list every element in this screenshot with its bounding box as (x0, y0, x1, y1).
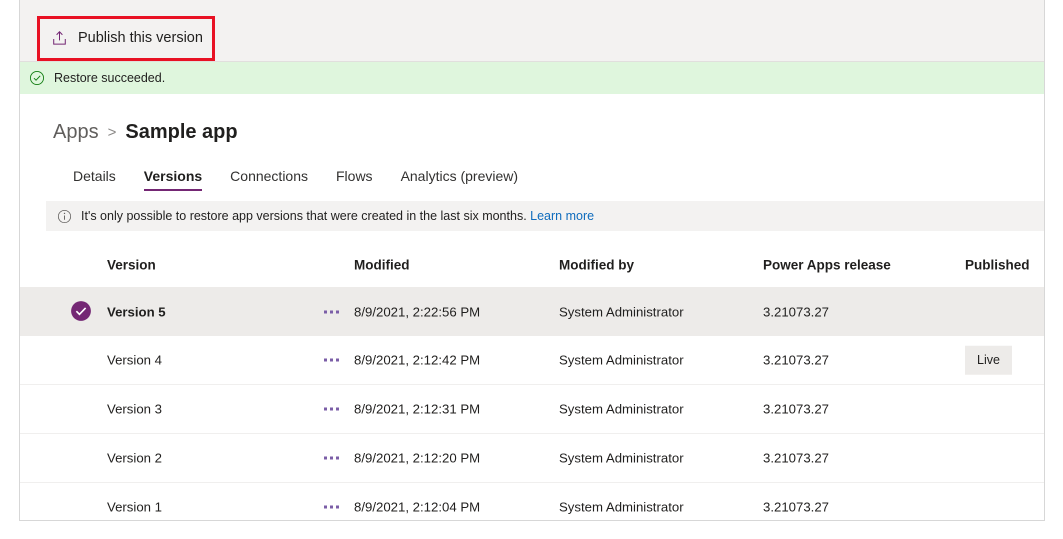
publish-upload-icon (51, 30, 68, 47)
cell-version: Version 4 (107, 352, 162, 368)
breadcrumb-item-current: Sample app (125, 121, 238, 143)
tab-details[interactable]: Details (53, 169, 130, 191)
page-body: Apps > Sample app Details Versions Conne… (20, 94, 1044, 520)
cell-version: Version 1 (107, 499, 162, 515)
success-message-text: Restore succeeded. (54, 70, 166, 85)
column-header-published[interactable]: Published (965, 258, 1030, 272)
cell-release: 3.21073.27 (763, 499, 830, 515)
tab-flows[interactable]: Flows (322, 169, 387, 191)
status-badge: Live (965, 345, 1012, 375)
app-details-card: Publish this version Restore succeeded. … (19, 0, 1045, 521)
tab-connections[interactable]: Connections (216, 169, 322, 191)
table-header-row: Version Modified Modified by Power Apps … (20, 243, 1044, 287)
info-message-bar: It's only possible to restore app versio… (46, 201, 1044, 231)
cell-modified: 8/9/2021, 2:22:56 PM (354, 303, 481, 319)
more-options-ellipsis-icon[interactable] (320, 402, 343, 417)
success-check-circle-icon (29, 70, 54, 86)
breadcrumb: Apps > Sample app (20, 94, 1044, 144)
column-header-modified[interactable]: Modified (354, 258, 410, 272)
tab-analytics[interactable]: Analytics (preview) (387, 169, 532, 191)
cell-release: 3.21073.27 (763, 450, 830, 466)
cell-modified-by: System Administrator (559, 303, 684, 319)
learn-more-link[interactable]: Learn more (530, 209, 594, 223)
publish-button-label: Publish this version (78, 29, 203, 46)
breadcrumb-separator-icon: > (107, 124, 117, 141)
cell-version: Version 3 (107, 401, 162, 417)
more-options-ellipsis-icon[interactable] (320, 304, 343, 319)
cell-modified-by: System Administrator (559, 499, 684, 515)
column-header-release[interactable]: Power Apps release (763, 258, 891, 272)
info-message-text: It's only possible to restore app versio… (81, 210, 594, 223)
cell-release: 3.21073.27 (763, 352, 830, 368)
app-root: Publish this version Restore succeeded. … (0, 0, 1063, 539)
info-circle-icon (57, 209, 81, 224)
table-row[interactable]: Version 1 8/9/2021, 2:12:04 PM System Ad… (20, 483, 1044, 520)
cell-version: Version 5 (107, 303, 166, 319)
cell-modified: 8/9/2021, 2:12:31 PM (354, 401, 481, 417)
table-row[interactable]: Version 3 8/9/2021, 2:12:31 PM System Ad… (20, 385, 1044, 434)
info-message-body: It's only possible to restore app versio… (81, 208, 527, 223)
more-options-ellipsis-icon[interactable] (320, 353, 343, 368)
column-header-version[interactable]: Version (107, 258, 156, 272)
versions-table: Version Modified Modified by Power Apps … (20, 243, 1044, 520)
column-header-modified-by[interactable]: Modified by (559, 258, 634, 272)
cell-published: Live (965, 345, 1012, 375)
tab-versions[interactable]: Versions (130, 169, 216, 191)
cell-release: 3.21073.27 (763, 401, 830, 417)
breadcrumb-item-apps[interactable]: Apps (53, 121, 99, 144)
success-message-bar: Restore succeeded. (20, 62, 1044, 94)
table-row[interactable]: Version 5 8/9/2021, 2:22:56 PM System Ad… (20, 287, 1044, 336)
cell-modified: 8/9/2021, 2:12:04 PM (354, 499, 481, 515)
tab-list: Details Versions Connections Flows Analy… (20, 161, 1044, 191)
table-row[interactable]: Version 4 8/9/2021, 2:12:42 PM System Ad… (20, 336, 1044, 385)
cell-modified-by: System Administrator (559, 352, 684, 368)
publish-this-version-button[interactable]: Publish this version (39, 18, 217, 58)
command-bar: Publish this version (20, 0, 1044, 62)
cell-modified-by: System Administrator (559, 401, 684, 417)
more-options-ellipsis-icon[interactable] (320, 451, 343, 466)
more-options-ellipsis-icon[interactable] (320, 500, 343, 515)
cell-modified: 8/9/2021, 2:12:42 PM (354, 352, 481, 368)
table-row[interactable]: Version 2 8/9/2021, 2:12:20 PM System Ad… (20, 434, 1044, 483)
cell-release: 3.21073.27 (763, 303, 830, 319)
cell-modified: 8/9/2021, 2:12:20 PM (354, 450, 481, 466)
cell-modified-by: System Administrator (559, 450, 684, 466)
cell-version: Version 2 (107, 450, 162, 466)
selected-check-circle-icon (70, 300, 94, 324)
